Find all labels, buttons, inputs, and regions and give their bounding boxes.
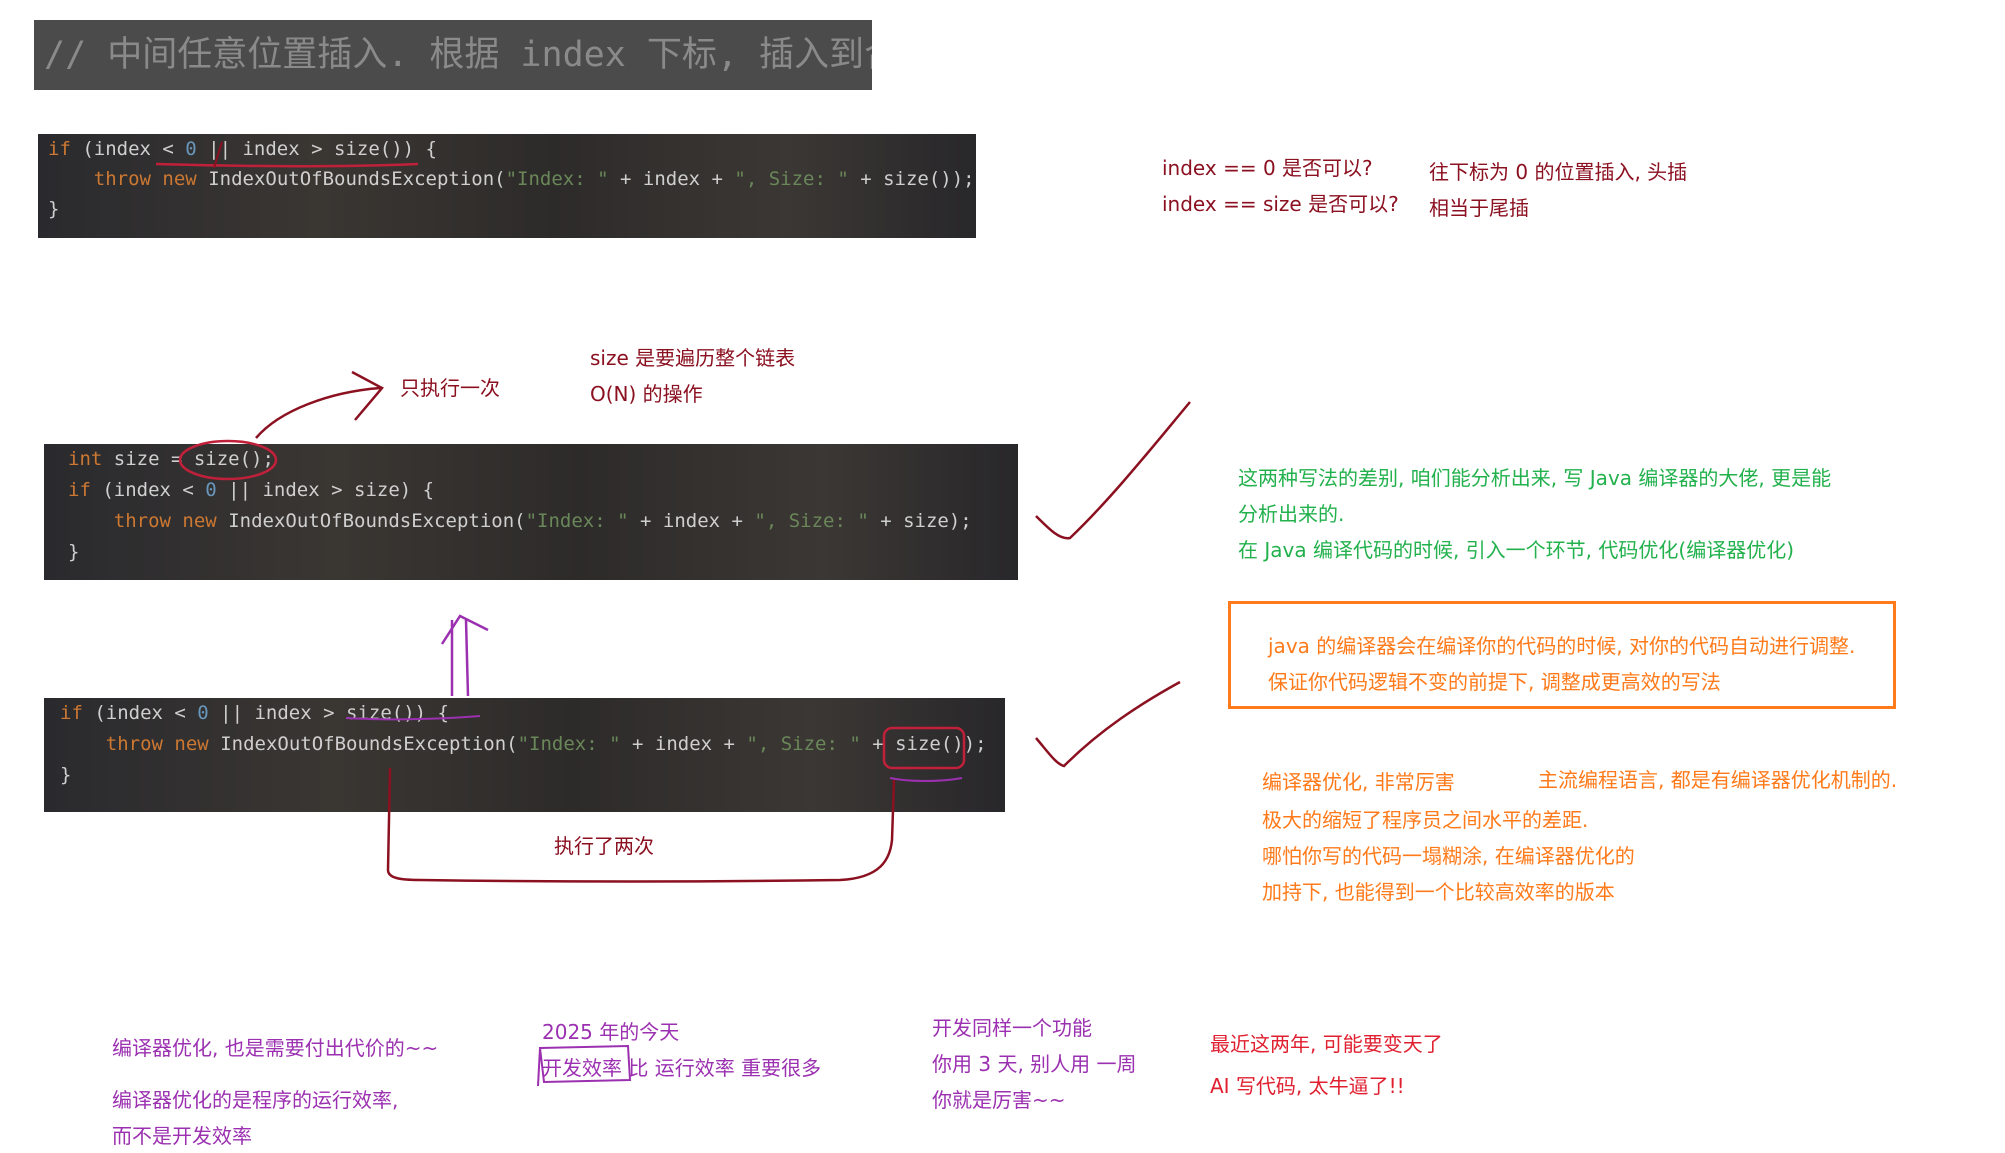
note-orange-1: 编译器优化, 非常厉害 [1262, 770, 1455, 794]
code-block-double-size: if (index < 0 || index > size()) { throw… [44, 698, 1005, 812]
arrow-up [450, 619, 470, 697]
note-green-3: 在 Java 编译代码的时候, 引入一个环节, 代码优化(编译器优化) [1238, 538, 1794, 562]
checkmark-2 [1035, 680, 1181, 768]
note-purple-3: 而不是开发效率 [112, 1124, 252, 1148]
note-tail-insert: 相当于尾插 [1429, 196, 1529, 220]
note-green-1: 这两种写法的差别, 咱们能分析出来, 写 Java 编译器的大佬, 更是能 [1238, 466, 1832, 490]
code-block-bounds-check: if (index < 0 || index > size()) { throw… [38, 134, 976, 238]
note-purple-7: 你用 3 天, 别人用 一周 [932, 1052, 1137, 1076]
comment-banner: // 中间任意位置插入. 根据 index 下标, 插入到合适的位置上. [34, 20, 872, 90]
note-executed-once: 只执行一次 [400, 376, 500, 400]
code-line-3: } [60, 764, 72, 786]
note-orange-3: 哪怕你写的代码一塌糊涂, 在编译器优化的 [1262, 844, 1635, 868]
code-line-2: throw new IndexOutOfBoundsException("Ind… [105, 733, 987, 755]
code-line-2: throw new IndexOutOfBoundsException("Ind… [93, 168, 975, 190]
note-purple-4: 2025 年的今天 [542, 1020, 680, 1044]
checkmark-1 [1035, 401, 1191, 540]
arrow-up-head [440, 614, 489, 645]
note-red-1: 最近这两年, 可能要变天了 [1210, 1032, 1443, 1056]
note-size-traverse: size 是要遍历整个链表 [590, 346, 796, 370]
code-line-1: if (index < 0 || index > size()) { [60, 702, 449, 724]
arrow-once-head [351, 370, 384, 421]
note-orange-1b: 主流编程语言, 都是有编译器优化机制的. [1538, 768, 1898, 792]
note-purple-1: 编译器优化, 也是需要付出代价的~~ [112, 1036, 439, 1060]
code-line-1: int size = size(); [68, 448, 274, 470]
note-green-2: 分析出来的. [1238, 502, 1345, 526]
note-orange-2: 极大的缩短了程序员之间水平的差距. [1262, 808, 1589, 832]
note-red-2: AI 写代码, 太牛逼了!! [1210, 1074, 1405, 1098]
dev-efficiency-circled: 开发效率 [542, 1056, 622, 1080]
note-purple-8: 你就是厉害~~ [932, 1088, 1066, 1112]
code-block-cached-size: int size = size(); if (index < 0 || inde… [44, 444, 1018, 580]
code-line-4: } [68, 541, 80, 563]
code-line-1: if (index < 0 || index > size()) { [48, 138, 437, 160]
code-line-3: } [48, 198, 60, 220]
note-index-zero-question: index == 0 是否可以? [1162, 156, 1373, 180]
note-executed-twice: 执行了两次 [554, 834, 654, 858]
note-orange-4: 加持下, 也能得到一个比较高效率的版本 [1262, 880, 1615, 904]
note-size-complexity: O(N) 的操作 [590, 382, 703, 406]
note-purple-5-rest: 比 运行效率 重要很多 [622, 1056, 822, 1080]
note-head-insert: 往下标为 0 的位置插入, 头插 [1429, 160, 1688, 184]
note-purple-2: 编译器优化的是程序的运行效率, [112, 1088, 399, 1112]
box-line-1: java 的编译器会在编译你的代码的时候, 对你的代码自动进行调整. [1268, 634, 1856, 658]
note-purple-6: 开发同样一个功能 [932, 1016, 1092, 1040]
note-purple-5: 开发效率 比 运行效率 重要很多 [542, 1052, 821, 1081]
arrow-once [255, 386, 381, 439]
note-index-size-question: index == size 是否可以? [1162, 192, 1399, 216]
code-line-2: if (index < 0 || index > size) { [68, 479, 435, 501]
code-line-3: throw new IndexOutOfBoundsException("Ind… [113, 510, 972, 532]
box-line-2: 保证你代码逻辑不变的前提下, 调整成更高效的写法 [1268, 670, 1721, 694]
